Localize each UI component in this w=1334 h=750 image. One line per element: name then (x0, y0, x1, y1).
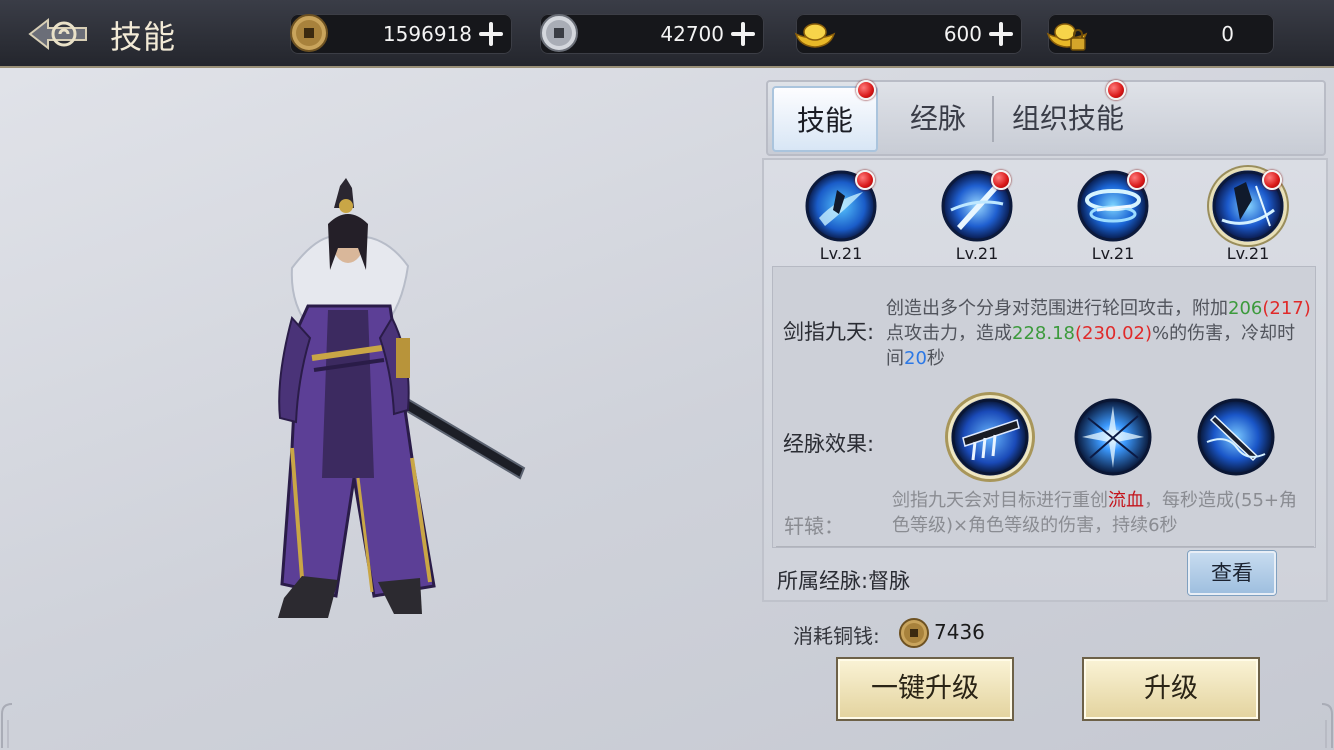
meridian-claws-icon[interactable] (951, 398, 1029, 476)
desc-damage-value: 228.18 (1012, 323, 1075, 344)
meridian-belong-label: 所属经脉:督脉 (777, 569, 911, 593)
copper-value: 1596918 (382, 22, 472, 46)
tab-bar: 技能 经脉 组织技能 (766, 80, 1326, 156)
currency-silver: 42700 (540, 14, 764, 54)
copper-coin-icon (290, 14, 328, 52)
desc-damage-next: (230.02) (1074, 323, 1153, 344)
effect-text: 剑指九天会对目标进行重创 (892, 490, 1108, 511)
silver-coin-icon (540, 14, 578, 52)
desc-text: 秒 (926, 348, 945, 369)
add-gold-button[interactable] (986, 19, 1016, 49)
skill-4-level: Lv.21 (1226, 244, 1270, 263)
copper-coin-icon (899, 618, 929, 648)
currency-copper: 1596918 (290, 14, 512, 54)
skill-1-badge (855, 170, 875, 190)
desc-text: 创造出多个分身对范围进行轮回攻击，附加 (886, 298, 1228, 319)
effect-keyword: 流血 (1108, 490, 1144, 511)
meridian-effect-label: 经脉效果: (783, 432, 875, 456)
tab-divider (992, 96, 994, 142)
upgrade-button[interactable]: 升级 (1082, 657, 1260, 721)
gold-value: 600 (943, 22, 982, 46)
skill-2-level: Lv.21 (955, 244, 999, 263)
desc-attack-value: 206 (1228, 298, 1263, 319)
corner-ornament (1321, 703, 1333, 748)
top-bar: 技能 1596918 42700 600 0 (0, 0, 1334, 68)
desc-cooldown-value: 20 (904, 348, 927, 369)
character-model (278, 178, 526, 618)
corner-ornament (1, 703, 13, 748)
gold-ingot-icon (794, 23, 836, 48)
currency-locked-gold: 0 (1046, 14, 1274, 54)
locked-gold-ingot-icon (1046, 23, 1088, 51)
back-icon[interactable] (26, 14, 90, 54)
divider (776, 546, 1314, 547)
skill-4-badge (1262, 170, 1282, 190)
game-background: 技能 1596918 42700 600 0 技能 经脉 组织技能 Lv.21 … (0, 0, 1334, 750)
meridian-shatter-icon[interactable] (1074, 398, 1152, 476)
skill-2-badge (991, 170, 1011, 190)
currency-gold: 600 (794, 14, 1022, 54)
tab-skills-badge (856, 80, 876, 100)
desc-attack-next: (217) (1262, 298, 1311, 319)
add-silver-button[interactable] (728, 19, 758, 49)
add-copper-button[interactable] (476, 19, 506, 49)
skill-1-level: Lv.21 (819, 244, 863, 263)
cost-label: 消耗铜钱: (793, 624, 880, 648)
meridian-effect-description: 剑指九天会对目标进行重创流血，每秒造成(55+角色等级)×角色等级的伤害，持续6… (892, 488, 1312, 538)
meridian-sword-icon[interactable] (1197, 398, 1275, 476)
meridian-effect-name: 轩辕： (784, 514, 844, 538)
one-click-upgrade-button[interactable]: 一键升级 (836, 657, 1014, 721)
desc-text: 点攻击力，造成 (886, 323, 1012, 344)
skill-description: 创造出多个分身对范围进行轮回攻击，附加206(217) 点攻击力，造成228.18… (886, 296, 1312, 371)
skill-3-badge (1127, 170, 1147, 190)
view-button[interactable]: 查看 (1188, 551, 1276, 595)
locked-gold-value: 0 (1221, 22, 1234, 46)
tab-meridians[interactable]: 经脉 (888, 86, 988, 152)
silver-value: 42700 (660, 22, 724, 46)
cost-value: 7436 (934, 620, 985, 644)
tab-guild-skills-badge (1106, 80, 1126, 100)
skill-name-label: 剑指九天: (783, 320, 875, 344)
page-title: 技能 (110, 18, 177, 56)
skill-3-level: Lv.21 (1091, 244, 1135, 263)
